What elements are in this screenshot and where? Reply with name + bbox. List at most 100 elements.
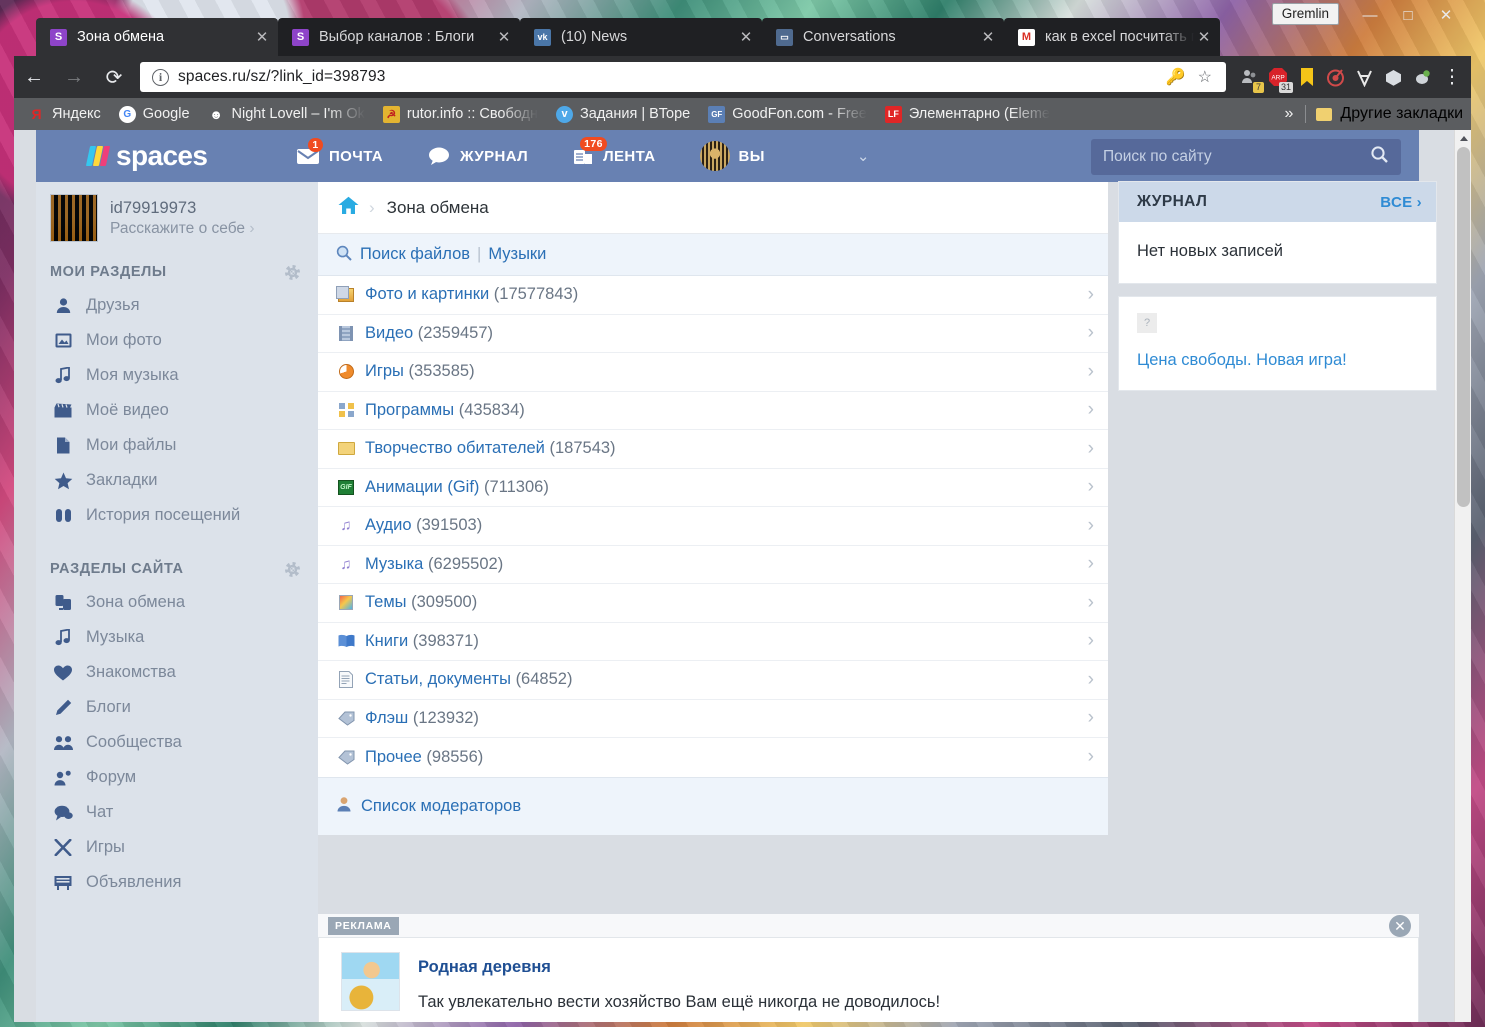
profile-subtitle[interactable]: Расскажите о себе › — [110, 219, 255, 238]
table-row[interactable]: ♫ Музыка (6295502) › — [318, 545, 1108, 584]
table-row[interactable]: Статьи, документы (64852) › — [318, 661, 1108, 700]
music-search-link[interactable]: Музыки — [488, 245, 546, 264]
gear-icon[interactable] — [285, 561, 300, 577]
chevron-right-icon[interactable]: › — [1088, 592, 1094, 614]
table-row[interactable]: Темы (309500) › — [318, 584, 1108, 623]
table-row[interactable]: Программы (435834) › — [318, 391, 1108, 430]
shield-extension-icon[interactable] — [1408, 63, 1437, 92]
scrollbar-thumb[interactable] — [1457, 147, 1470, 507]
sidebar-item-communities[interactable]: Сообщества — [36, 725, 318, 760]
table-row[interactable]: Флэш (123932) › — [318, 699, 1108, 738]
bookmark-item[interactable]: GF GoodFon.com - Free — [708, 105, 867, 123]
ad-title[interactable]: Родная деревня — [418, 958, 1402, 977]
maximize-button[interactable]: □ — [1389, 2, 1427, 28]
chevron-down-icon[interactable]: ⌄ — [857, 147, 870, 165]
sidebar-item-my-photos[interactable]: Мои фото — [36, 323, 318, 358]
nav-item-mail[interactable]: 1 ПОЧТА — [296, 138, 383, 165]
search-icon[interactable] — [1370, 145, 1389, 169]
chevron-right-icon[interactable]: › — [1088, 284, 1094, 306]
arp-adblock-extension-icon[interactable]: ARP 31 — [1263, 63, 1293, 93]
sidebar-item-forum[interactable]: Форум — [36, 760, 318, 795]
sidebar-item-games[interactable]: Игры — [36, 830, 318, 865]
bookmark-star-icon[interactable]: ☆ — [1192, 67, 1218, 87]
back-icon[interactable]: ← — [14, 57, 54, 97]
bookmark-item[interactable]: LF Элементарно (Eleme — [884, 105, 1050, 123]
browser-tab-3[interactable]: vk (10) News ✕ — [520, 18, 762, 56]
sidebar-item-my-video[interactable]: Моё видео — [36, 393, 318, 428]
sidebar-item-music[interactable]: Музыка — [36, 620, 318, 655]
bookmarks-overflow-icon[interactable]: » — [1273, 105, 1306, 123]
bookmark-item[interactable]: ☻ Night Lovell – I'm Ok — [208, 106, 365, 123]
sidebar-item-blogs[interactable]: Блоги — [36, 690, 318, 725]
close-icon[interactable]: ✕ — [1389, 915, 1411, 937]
tab-close-icon[interactable]: ✕ — [494, 30, 514, 45]
browser-tab-2[interactable]: S Выбор каналов : Блоги ✕ — [278, 18, 520, 56]
chevron-right-icon[interactable]: › — [1088, 553, 1094, 575]
browser-tab-1[interactable]: S Зона обмена ✕ — [36, 18, 278, 56]
nav-item-feed[interactable]: 176 ЛЕНТА — [572, 137, 655, 166]
chevron-right-icon[interactable]: › — [1088, 746, 1094, 768]
table-row[interactable]: Игры (353585) › — [318, 353, 1108, 392]
page-scrollbar[interactable] — [1454, 130, 1471, 1022]
scroll-up-icon[interactable] — [1455, 130, 1471, 147]
browser-tab-5[interactable]: M как в excel посчитать пр ✕ — [1004, 18, 1220, 56]
bookmark-item[interactable]: G Google — [118, 105, 190, 123]
chevron-right-icon[interactable]: › — [1088, 361, 1094, 383]
site-search-input[interactable] — [1103, 148, 1370, 166]
chevron-right-icon[interactable]: › — [1088, 707, 1094, 729]
bookmark-item[interactable]: v Задания | BTopе — [556, 105, 690, 123]
cube-extension-icon[interactable] — [1379, 63, 1408, 92]
table-row[interactable]: GIF Анимации (Gif) (711306) › — [318, 468, 1108, 507]
home-icon[interactable] — [338, 196, 359, 219]
chevron-right-icon[interactable]: › — [1088, 322, 1094, 344]
sidebar-item-chat[interactable]: Чат — [36, 795, 318, 830]
game-promo-link[interactable]: Цена свободы. Новая игра! — [1137, 351, 1347, 369]
bookmark-extension-icon[interactable] — [1292, 63, 1321, 92]
sidebar-item-my-files[interactable]: Мои файлы — [36, 428, 318, 463]
chevron-right-icon[interactable]: › — [1088, 399, 1094, 421]
sidebar-item-visit-history[interactable]: История посещений — [36, 498, 318, 533]
bookmark-item[interactable]: ☭ rutor.info :: Свободн — [382, 105, 538, 123]
people-extension-icon[interactable]: 7 — [1234, 63, 1264, 93]
tab-close-icon[interactable]: ✕ — [736, 30, 756, 45]
moderators-link[interactable]: Список модераторов — [361, 797, 521, 816]
ad-body[interactable]: Родная деревня Так увлекательно вести хо… — [318, 938, 1419, 1022]
nav-item-you[interactable]: ВЫ — [699, 141, 765, 171]
address-bar[interactable]: i spaces.ru/sz/?link_id=398793 🔑 ☆ — [140, 62, 1226, 92]
browser-tab-4[interactable]: ▭ Conversations ✕ — [762, 18, 1004, 56]
table-row[interactable]: Видео (2359457) › — [318, 314, 1108, 353]
profile-avatar[interactable] — [50, 194, 98, 242]
tab-close-icon[interactable]: ✕ — [252, 30, 272, 45]
sidebar-item-bookmarks[interactable]: Закладки — [36, 463, 318, 498]
vpn-extension-icon[interactable] — [1350, 63, 1379, 92]
journal-view-all-link[interactable]: ВСЕ › — [1380, 194, 1422, 211]
other-bookmarks-label[interactable]: Другие закладки — [1340, 105, 1463, 123]
table-row[interactable]: Книги (398371) › — [318, 622, 1108, 661]
chevron-right-icon[interactable]: › — [1088, 515, 1094, 537]
tab-close-icon[interactable]: ✕ — [978, 30, 998, 45]
table-row[interactable]: Прочее (98556) › — [318, 738, 1108, 777]
site-logo[interactable]: spaces — [36, 140, 296, 172]
browser-menu-icon[interactable]: ⋮ — [1437, 68, 1467, 87]
table-row[interactable]: ♫ Аудио (391503) › — [318, 507, 1108, 546]
site-search[interactable] — [1091, 139, 1401, 175]
minimize-button[interactable]: — — [1351, 2, 1389, 28]
sidebar-item-friends[interactable]: Друзья — [36, 288, 318, 323]
reload-icon[interactable]: ⟳ — [94, 57, 134, 97]
gear-icon[interactable] — [285, 264, 300, 280]
tab-close-icon[interactable]: ✕ — [1194, 30, 1214, 45]
sidebar-item-exchange-zone[interactable]: Зона обмена — [36, 585, 318, 620]
bookmark-item[interactable]: Я Яндекс — [28, 106, 100, 123]
nav-item-journal[interactable]: ЖУРНАЛ — [427, 146, 528, 166]
sidebar-item-dating[interactable]: Знакомства — [36, 655, 318, 690]
key-icon[interactable]: 🔑 — [1160, 67, 1192, 87]
table-row[interactable]: Творчество обитателей (187543) › — [318, 430, 1108, 469]
profile-block[interactable]: id79919973 Расскажите о себе › — [36, 194, 318, 242]
chevron-right-icon[interactable]: › — [1088, 630, 1094, 652]
file-search-link[interactable]: Поиск файлов — [360, 245, 470, 264]
moderators-row[interactable]: Список модераторов — [318, 776, 1108, 835]
table-row[interactable]: Фото и картинки (17577843) › — [318, 276, 1108, 315]
chevron-right-icon[interactable]: › — [1088, 669, 1094, 691]
info-icon[interactable]: i — [152, 68, 169, 86]
forward-icon[interactable]: → — [54, 57, 94, 97]
